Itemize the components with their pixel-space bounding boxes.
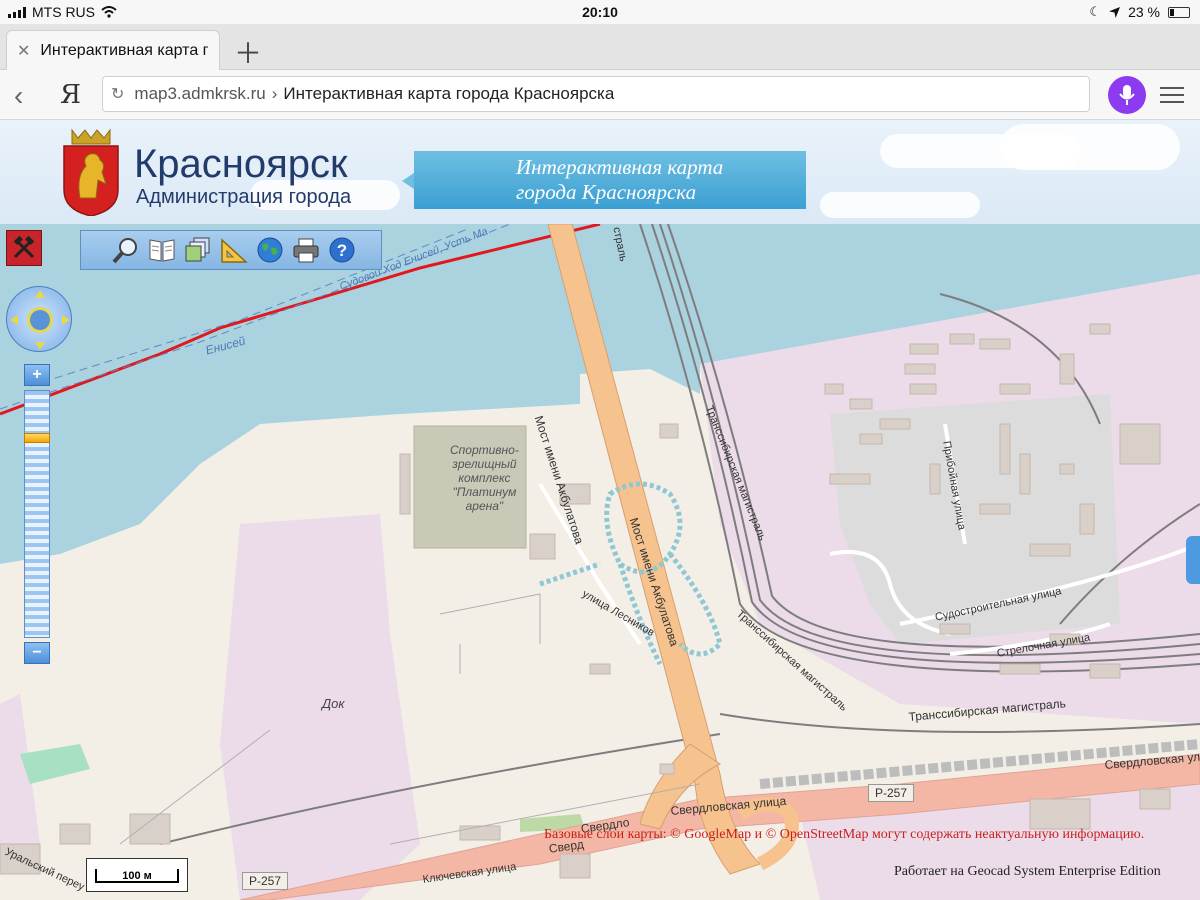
battery-percent: 23 % xyxy=(1128,4,1160,20)
tools-toggle-button[interactable] xyxy=(6,230,42,266)
map-toolbar: ? xyxy=(80,230,382,270)
reload-icon[interactable]: ↻ xyxy=(111,84,124,104)
new-tab-button[interactable]: ＋ xyxy=(234,32,262,72)
map-view[interactable]: Спортивно- зрелищный комплекс "Платинум … xyxy=(0,224,1200,900)
url-separator: › xyxy=(271,84,278,103)
location-arrow-icon xyxy=(1109,6,1121,18)
status-right: ☾ 23 % xyxy=(1089,4,1190,20)
yandex-logo[interactable]: Я xyxy=(60,80,81,110)
ruler-icon xyxy=(221,238,248,263)
tab-title: Интерактивная карта г xyxy=(40,41,209,59)
coat-of-arms-logo[interactable] xyxy=(60,128,122,216)
arena-label-line-2: зрелищный xyxy=(452,457,517,471)
browser-tab[interactable]: ✕ Интерактивная карта г xyxy=(6,30,220,70)
layers-tool-button[interactable] xyxy=(183,235,213,265)
side-panel-toggle[interactable] xyxy=(1186,536,1200,584)
layers-icon xyxy=(185,237,210,262)
back-button[interactable]: ‹ xyxy=(14,80,23,112)
battery-icon xyxy=(1168,6,1190,18)
powered-by: Работает на Geocad System Enterprise Edi… xyxy=(894,864,1161,879)
clock: 20:10 xyxy=(582,4,618,20)
arena-label-line-3: комплекс xyxy=(458,471,511,485)
banner-line-2: города Красноярска xyxy=(516,180,697,204)
microphone-icon xyxy=(1119,85,1135,105)
scale-bar: 100 м xyxy=(86,858,188,892)
print-icon xyxy=(293,238,319,263)
close-tab-icon[interactable]: ✕ xyxy=(17,41,30,61)
pan-control[interactable] xyxy=(6,286,72,352)
map-credits: Базовые слои карты: © GoogleMap и © Open… xyxy=(544,827,1145,842)
dock-label: Док xyxy=(322,696,345,711)
moon-icon: ☾ xyxy=(1089,4,1102,19)
url-field[interactable]: ↻ map3.admkrsk.ru › Интерактивная карта … xyxy=(102,76,1090,112)
svg-text:?: ? xyxy=(337,241,347,260)
city-title[interactable]: Красноярск xyxy=(134,142,348,187)
site-header: Красноярск Администрация города Интеракт… xyxy=(0,120,1200,224)
voice-search-button[interactable] xyxy=(1108,76,1146,114)
arena-label-line-1: Спортивно- xyxy=(450,443,519,457)
help-tool-button[interactable]: ? xyxy=(327,235,357,265)
print-tool-button[interactable] xyxy=(291,235,321,265)
zoom-in-button[interactable]: + xyxy=(24,364,50,386)
search-tool-button[interactable] xyxy=(111,235,141,265)
arena-label-line-4: "Платинум xyxy=(452,485,517,499)
status-bar: MTS RUS 20:10 ☾ 23 % xyxy=(0,0,1200,24)
zoom-out-button[interactable]: − xyxy=(24,642,50,664)
search-icon xyxy=(112,238,137,264)
road-shield-r257-right: Р-257 xyxy=(868,784,915,802)
globe-tool-button[interactable] xyxy=(255,235,285,265)
banner-line-1: Интерактивная карта xyxy=(516,155,724,179)
address-bar: ‹ Я ↻ map3.admkrsk.ru › Интерактивная ка… xyxy=(0,70,1200,120)
url-page-title: Интерактивная карта города Красноярска xyxy=(283,84,615,103)
help-icon: ? xyxy=(329,237,355,263)
scale-label: 100 м xyxy=(122,870,152,882)
map-canvas[interactable] xyxy=(0,224,1200,900)
zoom-slider-handle[interactable] xyxy=(24,433,50,443)
url-domain: map3.admkrsk.ru xyxy=(134,84,266,103)
arena-label: Спортивно- зрелищный комплекс "Платинум … xyxy=(450,443,519,513)
book-icon xyxy=(149,239,175,262)
tab-bar: ✕ Интерактивная карта г ＋ xyxy=(0,24,1200,70)
measure-tool-button[interactable] xyxy=(219,235,249,265)
map-title-banner: Интерактивная карта города Красноярска xyxy=(402,151,806,209)
globe-icon xyxy=(257,237,283,263)
administration-subtitle: Администрация города xyxy=(136,186,352,208)
pan-center-icon[interactable] xyxy=(27,307,53,333)
zoom-control: + − xyxy=(24,364,50,664)
zoom-slider[interactable] xyxy=(24,390,50,638)
legend-tool-button[interactable] xyxy=(147,235,177,265)
tools-icon xyxy=(13,235,35,259)
arena-label-line-5: арена" xyxy=(465,499,504,513)
hamburger-menu-button[interactable] xyxy=(1160,82,1184,108)
road-shield-r257-left: Р-257 xyxy=(242,872,289,890)
